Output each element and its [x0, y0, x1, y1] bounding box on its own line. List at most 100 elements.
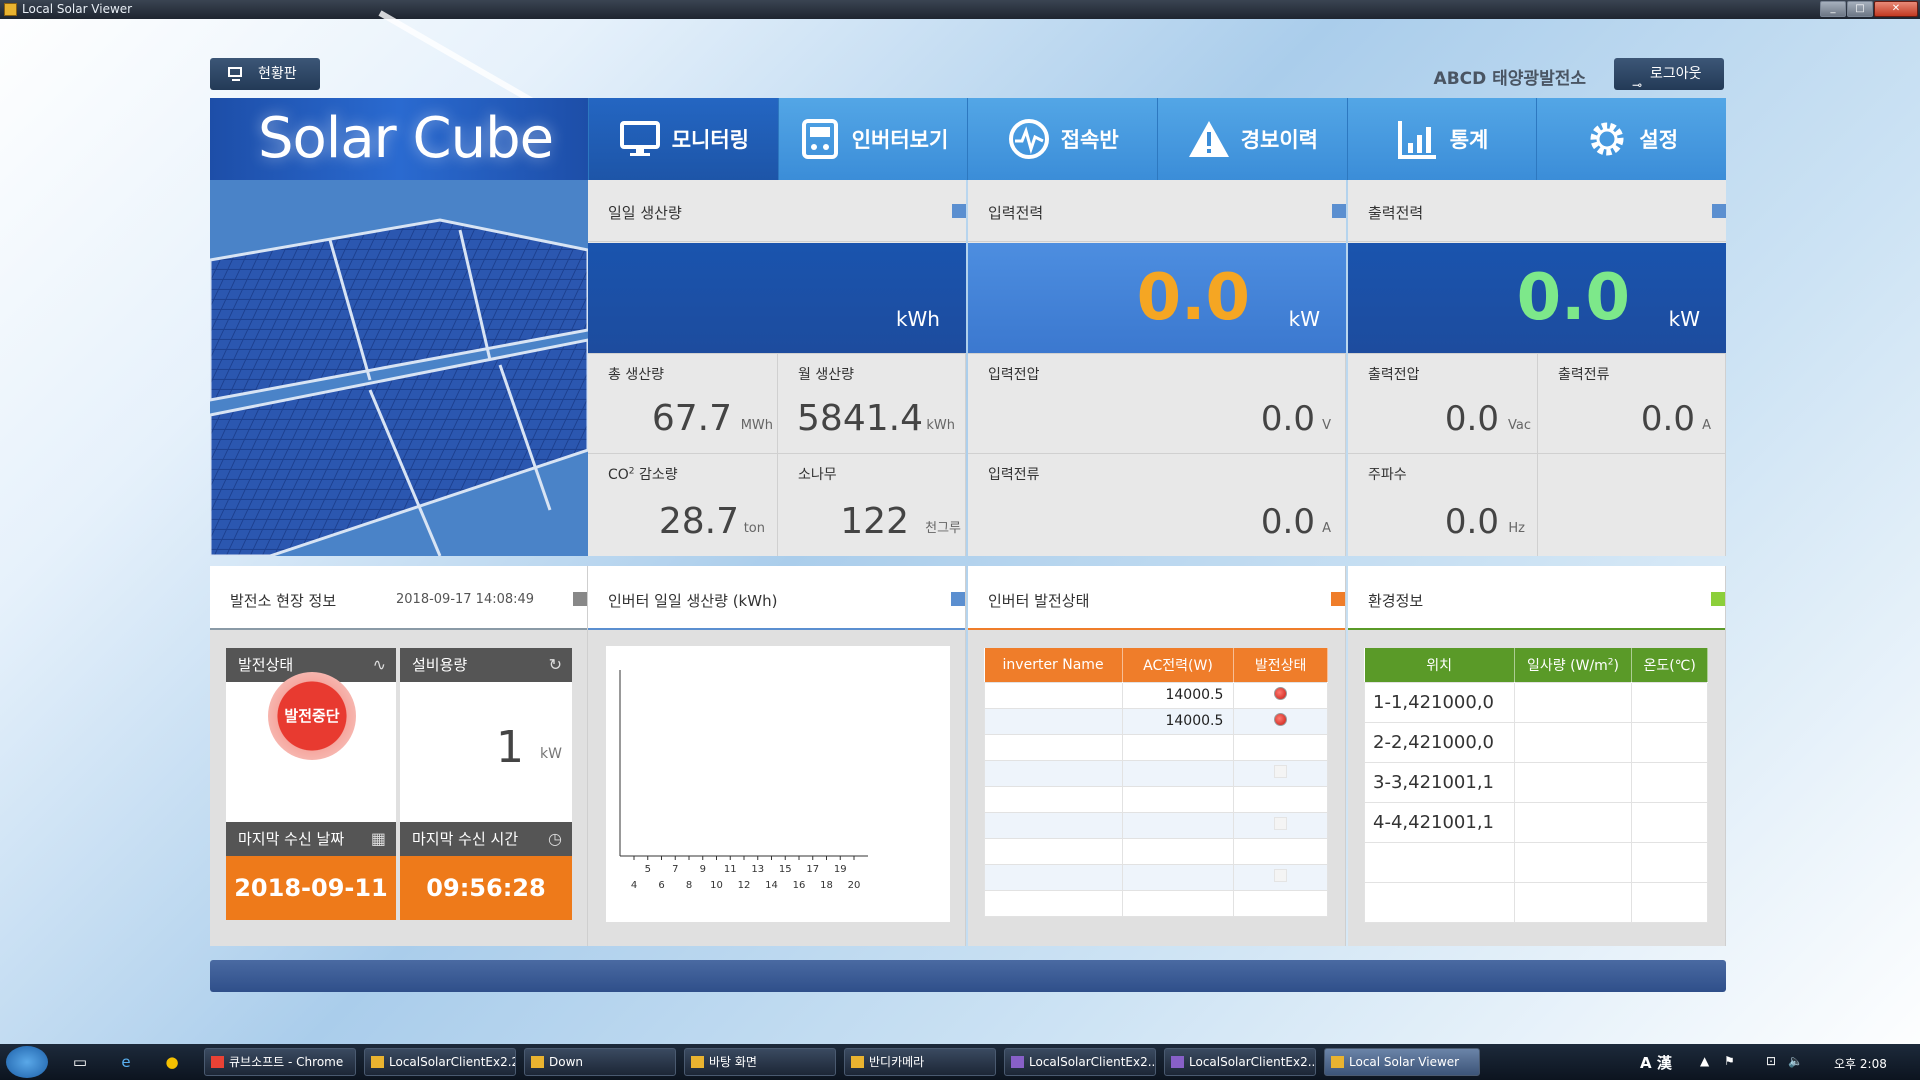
taskbar-item-label: 바탕 화면	[709, 1055, 757, 1069]
clock[interactable]: 오후 2:08	[1834, 1055, 1887, 1072]
taskbar-item[interactable]: Local Solar Viewer	[1324, 1048, 1480, 1076]
pulse-small-icon: ∿	[372, 655, 386, 674]
app-icon	[1171, 1056, 1184, 1068]
column-header: 온도(℃)	[1631, 648, 1708, 682]
taskbar-item-label: 반디카메라	[869, 1055, 925, 1069]
site-info-panel: 발전소 현장 정보 2018-09-17 14:08:49 발전상태 ∿ 발전중…	[210, 566, 588, 946]
network-icon[interactable]: ⊡	[1766, 1054, 1776, 1068]
x-tick-label: 8	[686, 880, 692, 891]
nav-settings[interactable]: 설정	[1536, 98, 1727, 180]
status-cell	[1233, 733, 1328, 761]
panel-header: 발전소 현장 정보 2018-09-17 14:08:49	[210, 566, 587, 630]
env-loc-cell	[1364, 881, 1515, 923]
output-voltage-unit: Vac	[1508, 418, 1531, 433]
inverter-name-cell	[984, 785, 1123, 813]
window-titlebar: Local Solar Viewer _ □ ✕	[0, 0, 1920, 19]
logout-button[interactable]: ⊸ 로그아웃	[1614, 58, 1724, 92]
tray-arrow-icon[interactable]: ▲	[1700, 1054, 1709, 1068]
tree-value: 122	[840, 501, 909, 542]
status-cell	[1233, 863, 1328, 891]
frequency-unit: Hz	[1508, 521, 1525, 536]
co2-label: CO2 감소량	[608, 464, 678, 484]
last-time-label: 마지막 수신 시간	[412, 830, 519, 848]
input-power-panel: 입력전력 0.0 kW 입력전압 0.0 V 입력전류 0.0 A	[968, 180, 1346, 556]
taskbar-item[interactable]: 반디카메라	[844, 1048, 996, 1076]
site-info-label: 발전소 현장 정보	[230, 592, 337, 610]
close-button[interactable]: ✕	[1874, 1, 1918, 17]
daily-production-box: kWh	[588, 243, 966, 353]
app-icon	[371, 1056, 384, 1068]
panel-header: 인버터 발전상태	[968, 566, 1345, 630]
x-tick-label: 20	[848, 880, 861, 891]
taskbar-item[interactable]: Down	[524, 1048, 676, 1076]
nav-label: 통계	[1449, 128, 1489, 152]
maximize-button[interactable]: □	[1847, 1, 1873, 17]
volume-icon[interactable]: 🔈	[1788, 1054, 1803, 1068]
inverter-status-panel: 인버터 발전상태 inverter Name AC전력(W) 발전상태 1400…	[968, 566, 1346, 946]
taskbar-item[interactable]: 바탕 화면	[684, 1048, 836, 1076]
nav-stats[interactable]: 통계	[1346, 98, 1537, 180]
column-header: AC전력(W)	[1122, 648, 1235, 682]
panel-marker	[1711, 592, 1725, 606]
table-row: 2-2,421000,0	[1364, 721, 1708, 763]
dashboard-button[interactable]: 현황판	[210, 58, 320, 90]
ie-icon[interactable]: e	[116, 1052, 136, 1072]
input-power-box: 0.0 kW	[968, 243, 1346, 353]
monthly-production-cell: 월 생산량 5841.4 kWh	[778, 353, 966, 453]
status-cell	[1233, 811, 1328, 839]
ac-power-cell	[1121, 733, 1235, 761]
flag-icon[interactable]: ⚑	[1724, 1054, 1735, 1068]
nav-junction[interactable]: 접속반	[967, 98, 1158, 180]
x-tick-label: 18	[820, 880, 833, 891]
nav-alarm[interactable]: 경보이력	[1157, 98, 1347, 180]
x-tick-label: 9	[700, 864, 706, 875]
inverter-name-cell	[984, 733, 1123, 761]
total-production-unit: MWh	[740, 418, 773, 433]
key-icon: ⊸	[1632, 78, 1643, 92]
site-name: ABCD 태양광발전소	[1433, 69, 1586, 89]
env-irr-cell	[1513, 841, 1633, 883]
panel-marker	[951, 592, 965, 606]
taskbar-item[interactable]: LocalSolarClientEx2.2	[364, 1048, 516, 1076]
nav-inverter[interactable]: 인버터보기	[777, 98, 968, 180]
taskbar-item-label: Local Solar Viewer	[1349, 1055, 1460, 1069]
taskbar-item-label: 큐브소프트 - Chrome	[229, 1055, 344, 1069]
taskbar-item[interactable]: 큐브소프트 - Chrome	[204, 1048, 356, 1076]
ac-power-cell	[1121, 811, 1235, 839]
capacity-label: 설비용량	[412, 656, 468, 674]
nav-label: 모니터링	[671, 128, 749, 152]
ime-indicator[interactable]: A 漢	[1640, 1052, 1672, 1073]
co2-cell: CO2 감소량 28.7 ton	[588, 453, 778, 556]
output-power-unit: kW	[1668, 307, 1700, 331]
output-current-unit: A	[1702, 418, 1711, 433]
output-current-value: 0.0	[1640, 399, 1695, 439]
x-tick-label: 7	[672, 864, 678, 875]
show-desktop-icon[interactable]: ▭	[70, 1052, 90, 1072]
start-button[interactable]	[6, 1046, 48, 1078]
ac-power-cell	[1121, 759, 1235, 787]
nav-monitoring[interactable]: 모니터링	[588, 98, 778, 180]
status-card: 발전상태 ∿ 발전중단	[226, 648, 396, 822]
taskbar-item[interactable]: LocalSolarClientEx2....	[1164, 1048, 1316, 1076]
panel-marker	[1331, 592, 1345, 606]
input-subgrid: 입력전압 0.0 V 입력전류 0.0 A	[968, 353, 1346, 556]
x-tick-label: 12	[738, 880, 751, 891]
dashboard-label: 현황판	[258, 66, 297, 82]
refresh-icon[interactable]: ↻	[549, 648, 562, 682]
app-icon	[531, 1056, 544, 1068]
column-header-irradiance: 일사량 (W/m	[1527, 657, 1608, 674]
logo-text: Solar Cube	[258, 106, 554, 171]
table-row: 14000.5	[984, 707, 1328, 735]
monthly-production-value: 5841.4	[797, 398, 923, 439]
x-tick-label: 17	[806, 864, 819, 875]
output-voltage-value: 0.0	[1444, 399, 1499, 439]
taskbar-item[interactable]: LocalSolarClientEx2....	[1004, 1048, 1156, 1076]
media-icon[interactable]: ●	[162, 1052, 182, 1072]
frequency-cell: 주파수 0.0 Hz	[1348, 453, 1538, 556]
last-date-label: 마지막 수신 날짜	[238, 830, 345, 848]
status-placeholder-icon	[1274, 816, 1288, 830]
empty-cell	[1538, 453, 1726, 556]
x-tick-label: 4	[631, 880, 637, 891]
minimize-button[interactable]: _	[1820, 1, 1846, 17]
env-loc-cell: 4-4,421001,1	[1364, 801, 1515, 843]
